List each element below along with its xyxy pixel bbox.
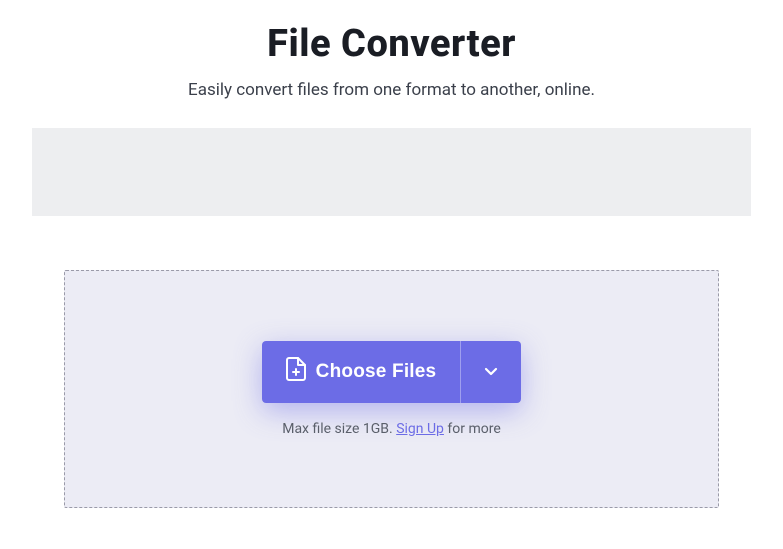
choose-files-label: Choose Files — [316, 361, 437, 383]
upload-card: Choose Files Max file size 1GB. Sign Up … — [32, 240, 751, 540]
file-dropzone[interactable]: Choose Files Max file size 1GB. Sign Up … — [64, 270, 719, 508]
page-header: File Converter Easily convert files from… — [0, 0, 783, 100]
file-add-icon — [286, 357, 306, 387]
ad-banner — [32, 128, 751, 216]
page-subtitle: Easily convert files from one format to … — [0, 80, 783, 100]
file-size-hint: Max file size 1GB. Sign Up for more — [282, 421, 501, 437]
chevron-down-icon — [483, 363, 499, 382]
hint-suffix: for more — [444, 421, 501, 437]
page-title: File Converter — [0, 22, 783, 66]
choose-files-dropdown-button[interactable] — [460, 341, 521, 403]
sign-up-link[interactable]: Sign Up — [396, 421, 444, 437]
choose-files-button[interactable]: Choose Files — [262, 341, 461, 403]
hint-prefix: Max file size 1GB. — [282, 421, 396, 437]
choose-files-button-group: Choose Files — [262, 341, 522, 403]
